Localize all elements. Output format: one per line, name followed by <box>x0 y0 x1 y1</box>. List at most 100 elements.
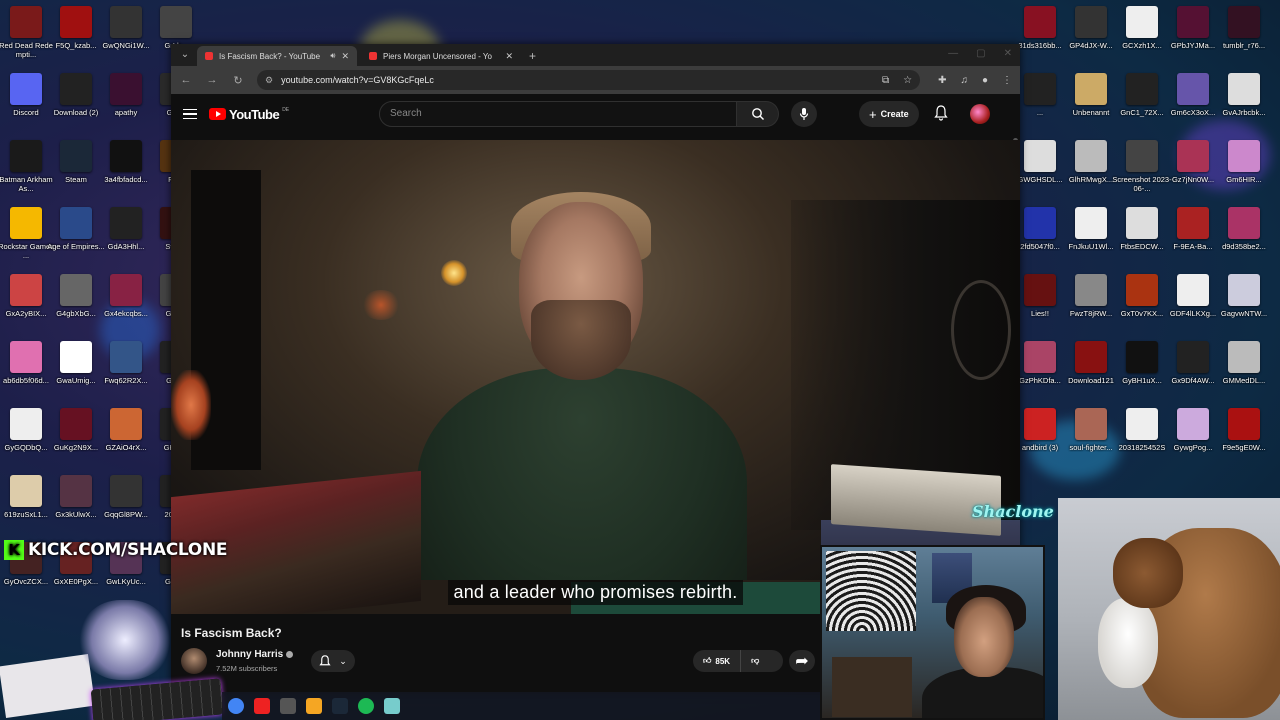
desktop-icon[interactable]: Download121 <box>1063 341 1119 405</box>
desktop-icon[interactable]: FtbsEDCW... <box>1114 207 1170 271</box>
forward-icon[interactable]: → <box>205 74 219 86</box>
desktop-icon[interactable]: ... <box>1012 73 1068 137</box>
desktop-icon[interactable]: soul-fighter... <box>1063 408 1119 472</box>
desktop-icon[interactable]: G4gbXbG... <box>48 274 104 338</box>
desktop-icon[interactable]: GWGHSDL... <box>1012 140 1068 204</box>
desktop-icon[interactable]: F-9EA-Ba... <box>1165 207 1221 271</box>
close-window-icon[interactable]: ✕ <box>1004 48 1012 59</box>
desktop-icon[interactable]: FnJkuU1Wl... <box>1063 207 1119 271</box>
share-button[interactable]: ➦ <box>789 650 815 672</box>
desktop-icon[interactable]: Batman Arkham As... <box>0 140 54 204</box>
desktop-icon[interactable]: GvAJrbcbk... <box>1216 73 1272 137</box>
voice-search-button[interactable] <box>791 101 817 127</box>
desktop-icon[interactable]: GdA3Hhl... <box>98 207 154 271</box>
desktop-icon[interactable]: F5Q_kzab... <box>48 6 104 70</box>
desktop-icon[interactable]: GywgPog... <box>1165 408 1221 472</box>
app-shield-icon[interactable] <box>306 698 322 714</box>
desktop-icon[interactable]: 2031825452S <box>1114 408 1170 472</box>
site-info-icon[interactable]: ⚙ <box>265 75 273 86</box>
tab-search-icon[interactable]: ⌄ <box>177 47 193 63</box>
desktop-icon[interactable]: tumblr_r76... <box>1216 6 1272 70</box>
desktop-icon[interactable]: GuKg2N9X... <box>48 408 104 472</box>
desktop-icon[interactable]: GwaUmig... <box>48 341 104 405</box>
desktop-icon[interactable]: GqqGl8PW... <box>98 475 154 539</box>
back-icon[interactable]: ← <box>179 74 193 86</box>
desktop-icon[interactable]: Steam <box>48 140 104 204</box>
desktop-icon[interactable]: GZAiO4rX... <box>98 408 154 472</box>
desktop-icon[interactable]: Lies!! <box>1012 274 1068 338</box>
desktop-icon[interactable]: Gx4ekcqbs... <box>98 274 154 338</box>
desktop-icon[interactable]: Gx9Df4AW... <box>1165 341 1221 405</box>
desktop-icon[interactable]: apathy <box>98 73 154 137</box>
desktop-icon[interactable]: andbird (3) <box>1012 408 1068 472</box>
desktop-icon[interactable]: GlhRMwgX... <box>1063 140 1119 204</box>
app-red-icon[interactable] <box>254 698 270 714</box>
extensions-icon[interactable]: ✚ <box>938 75 946 86</box>
desktop-icon[interactable]: Fwq62R2X... <box>98 341 154 405</box>
channel-name-link[interactable]: Johnny Harris <box>216 649 294 660</box>
desktop-icon[interactable]: Gx3kUlwX... <box>48 475 104 539</box>
desktop-icon[interactable]: GnC1_72X... <box>1114 73 1170 137</box>
bookmark-star-icon[interactable]: ☆ <box>903 75 912 86</box>
menu-kebab-icon[interactable]: ⋮ <box>1002 75 1012 86</box>
dislike-button[interactable]: 👎︎ <box>741 656 769 666</box>
search-button[interactable] <box>737 101 779 127</box>
desktop-icon[interactable]: Download (2) <box>48 73 104 137</box>
desktop-icon[interactable]: 31ds316bb... <box>1012 6 1068 70</box>
desktop-icon[interactable]: FwzT8jRW... <box>1063 274 1119 338</box>
desktop-icon[interactable]: GxA2yBIX... <box>0 274 54 338</box>
channel-avatar[interactable] <box>181 648 207 674</box>
desktop-icon[interactable]: GagvwNTW... <box>1216 274 1272 338</box>
desktop-icon[interactable]: Discord <box>0 73 54 137</box>
tab-youtube-active[interactable]: Is Fascism Back? - YouTube 🔊︎ ✕ <box>197 46 357 66</box>
account-avatar[interactable] <box>970 104 990 124</box>
like-button[interactable]: 👍︎ 85K <box>693 650 742 672</box>
desktop-icon[interactable]: GxT0v7KX... <box>1114 274 1170 338</box>
url-field[interactable]: ⚙ youtube.com/watch?v=GV8KGcFqeLc ⧉ ☆ <box>257 70 921 90</box>
notifications-bell-icon[interactable] <box>934 105 948 126</box>
tab-piers-morgan[interactable]: Piers Morgan Uncensored - Yo ✕ <box>361 46 521 66</box>
desktop-icon[interactable]: Unbenannt <box>1063 73 1119 137</box>
desktop-icon[interactable]: GyBH1uX... <box>1114 341 1170 405</box>
desktop-icon[interactable]: GyGQDbQ... <box>0 408 54 472</box>
speaker-icon[interactable]: 🔊︎ <box>330 51 335 61</box>
desktop-icon[interactable]: ab6db5f06d... <box>0 341 54 405</box>
new-tab-icon[interactable]: + <box>529 49 536 63</box>
subscription-notification-button[interactable]: ⌄ <box>311 650 355 672</box>
youtube-logo[interactable]: YouTube DE <box>209 107 289 122</box>
media-control-icon[interactable]: ♫ <box>960 75 968 86</box>
notepad-icon[interactable] <box>384 698 400 714</box>
desktop-icon[interactable]: F9e5gE0W... <box>1216 408 1272 472</box>
desktop-icon[interactable]: GP4dJX-W... <box>1063 6 1119 70</box>
desktop-icon[interactable]: Gz7jNn0W... <box>1165 140 1221 204</box>
desktop-icon[interactable]: 2fd5047f0... <box>1012 207 1068 271</box>
desktop-icon[interactable]: GzPhKDfa... <box>1012 341 1068 405</box>
close-tab-icon[interactable]: ✕ <box>505 51 513 62</box>
desktop-icon[interactable]: Age of Empires... <box>47 207 105 271</box>
spotify-icon[interactable] <box>358 698 374 714</box>
search-input[interactable]: Search <box>379 101 737 127</box>
desktop-icon[interactable]: Screenshot 2023-06-... <box>1112 140 1172 204</box>
profile-icon[interactable]: ● <box>982 75 988 86</box>
desktop-icon[interactable]: Red Dead Redempti... <box>0 6 54 70</box>
steam-icon[interactable] <box>332 698 348 714</box>
desktop-icon[interactable]: GwQNGi1W... <box>98 6 154 70</box>
create-button[interactable]: + Create <box>859 101 919 127</box>
desktop-icon[interactable]: GPbJYJMa... <box>1165 6 1221 70</box>
desktop-icon[interactable]: 3a4fbfadcd... <box>98 140 154 204</box>
hamburger-menu-icon[interactable] <box>183 108 197 120</box>
chrome-icon[interactable] <box>228 698 244 714</box>
video-player[interactable]: and a leader who promises rebirth. <box>171 140 1020 614</box>
maximize-icon[interactable]: ▢ <box>976 48 985 59</box>
app-figure-icon[interactable] <box>280 698 296 714</box>
install-app-icon[interactable]: ⧉ <box>882 75 889 86</box>
desktop-icon[interactable]: 619zuSxL1... <box>0 475 54 539</box>
close-tab-icon[interactable]: ✕ <box>341 51 349 62</box>
desktop-icon[interactable]: GCXzh1X... <box>1114 6 1170 70</box>
desktop-icon[interactable]: d9d358be2... <box>1216 207 1272 271</box>
desktop-icon[interactable]: GDF4lLKXg... <box>1165 274 1221 338</box>
reload-icon[interactable]: ↻ <box>231 74 245 87</box>
desktop-icon[interactable]: Gm6HIR... <box>1216 140 1272 204</box>
minimize-icon[interactable]: — <box>948 48 958 59</box>
desktop-icon[interactable]: Gm6cX3oX... <box>1165 73 1221 137</box>
